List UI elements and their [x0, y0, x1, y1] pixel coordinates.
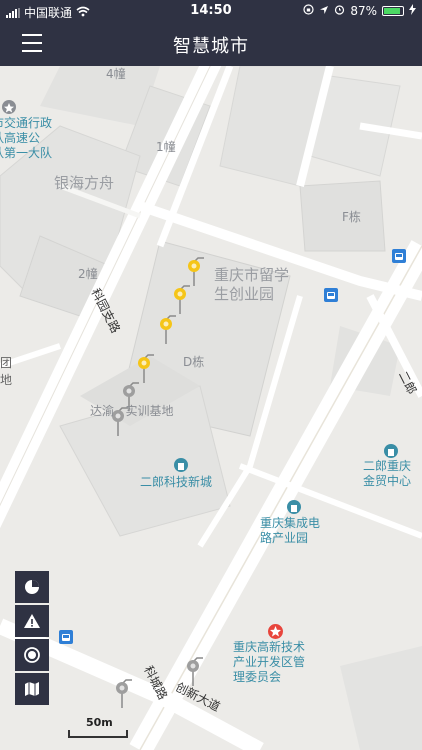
warning-icon — [24, 614, 40, 628]
bus-stop-icon[interactable] — [324, 288, 338, 302]
building-label: 1幢 — [156, 140, 176, 154]
map-layer-button[interactable] — [15, 673, 49, 705]
status-bar: 中国联通 14:50 87% — [0, 0, 422, 22]
record-icon — [24, 647, 40, 663]
building-label: 4幢 — [106, 67, 126, 81]
building-label: D栋 — [183, 355, 205, 369]
record-button[interactable] — [15, 639, 49, 671]
street-lamp-icon[interactable] — [172, 284, 196, 316]
poi-label: 二郎科技新城 — [140, 475, 213, 489]
building-label: 2幢 — [78, 267, 98, 281]
area-label: 银海方舟 — [54, 174, 115, 192]
page-title: 智慧城市 — [173, 36, 249, 57]
building-label: F栋 — [342, 210, 361, 224]
lock-rotation-icon — [303, 4, 314, 18]
poi-label: 二郎重庆 金贸中心 — [363, 459, 412, 488]
title-bar: 智慧城市 — [0, 22, 422, 66]
pie-chart-icon — [25, 580, 39, 594]
battery-icon — [382, 6, 404, 16]
poi-star-icon[interactable] — [2, 100, 16, 114]
map-icon — [25, 682, 39, 696]
star-icon[interactable] — [268, 624, 283, 639]
building-icon[interactable] — [384, 444, 398, 458]
street-lamp-icon[interactable] — [158, 314, 182, 346]
alarm-icon — [334, 4, 345, 18]
map-base — [0, 66, 422, 750]
street-lamp-icon[interactable] — [114, 678, 138, 710]
area-label: 重庆市留学 生创业园 — [214, 266, 290, 303]
bus-stop-icon[interactable] — [59, 630, 73, 644]
scale-label: 50m — [86, 716, 113, 729]
poi-label: 重庆高新技术 产业开发区管 理委员会 — [233, 640, 306, 684]
map-toolbar — [15, 571, 49, 707]
poi-label: 重庆集成电 路产业园 — [260, 516, 321, 545]
building-icon[interactable] — [287, 500, 301, 514]
building-icon[interactable] — [174, 458, 188, 472]
poi-label: 市交通行政 队高速公 队第一大队 — [0, 116, 53, 160]
location-icon — [319, 4, 329, 18]
pie-chart-button[interactable] — [15, 571, 49, 603]
map-view[interactable]: 4幢 1幢 2幢 D栋 F栋 市交通行政 队高速公 队第一大队 银海方舟 重庆市… — [0, 66, 422, 750]
poi-label: 达渝 实训基地 — [90, 404, 174, 418]
battery-percent: 87% — [350, 4, 377, 18]
poi-label: 团 地 — [0, 356, 13, 387]
bus-stop-icon[interactable] — [392, 249, 406, 263]
warning-button[interactable] — [15, 605, 49, 637]
charging-icon — [409, 4, 416, 18]
scale-bar — [68, 730, 128, 738]
